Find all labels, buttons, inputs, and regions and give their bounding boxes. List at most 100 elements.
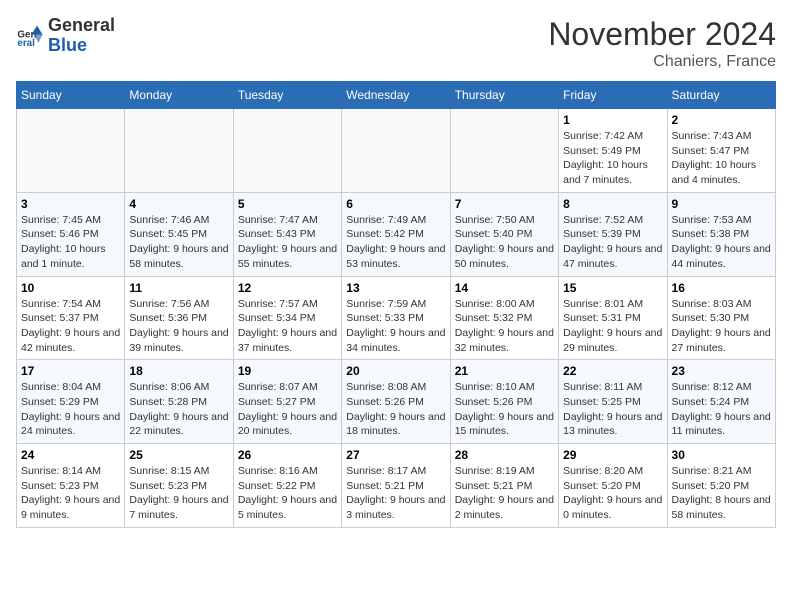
calendar-cell: 29 Sunrise: 8:20 AMSunset: 5:20 PMDayligh…: [559, 444, 667, 528]
calendar-cell: 3 Sunrise: 7:45 AMSunset: 5:46 PMDaylight…: [17, 192, 125, 276]
day-number: 12: [238, 281, 337, 295]
calendar-cell: 28Sunrise: 8:19 AMSunset: 5:21 PMDayligh…: [450, 444, 558, 528]
calendar-cell: 5Sunrise: 7:47 AMSunset: 5:43 PMDaylight…: [233, 192, 341, 276]
day-number: 29: [563, 448, 662, 462]
calendar-cell: 27 Sunrise: 8:17 AMSunset: 5:21 PMDayligh…: [342, 444, 450, 528]
day-header-sunday: Sunday: [17, 82, 125, 109]
calendar-cell: 7 Sunrise: 7:50 AMSunset: 5:40 PMDaylight…: [450, 192, 558, 276]
calendar-cell: 4Sunrise: 7:46 AMSunset: 5:45 PMDaylight…: [125, 192, 233, 276]
calendar-cell: [17, 109, 125, 193]
logo: Gen eral General Blue: [16, 16, 115, 56]
day-number: 16: [672, 281, 771, 295]
day-info: Sunrise: 8:20 AMSunset: 5:20 PMDaylight:…: [563, 464, 662, 523]
calendar-cell: 18 Sunrise: 8:06 AMSunset: 5:28 PMDayligh…: [125, 360, 233, 444]
day-number: 15: [563, 281, 662, 295]
day-number: 18: [129, 364, 228, 378]
day-info: Sunrise: 8:08 AMSunset: 5:26 PMDaylight:…: [346, 380, 445, 439]
day-number: 7: [455, 197, 554, 211]
day-info: Sunrise: 8:21 AMSunset: 5:20 PMDaylight:…: [672, 464, 771, 523]
day-info: Sunrise: 8:17 AMSunset: 5:21 PMDaylight:…: [346, 464, 445, 523]
logo-icon: Gen eral: [16, 22, 44, 50]
month-title: November 2024: [548, 16, 776, 53]
day-info: Sunrise: 7:50 AMSunset: 5:40 PMDaylight:…: [455, 213, 554, 272]
day-number: 30: [672, 448, 771, 462]
day-info: Sunrise: 7:53 AMSunset: 5:38 PMDaylight:…: [672, 213, 771, 272]
day-info: Sunrise: 7:54 AMSunset: 5:37 PMDaylight:…: [21, 297, 120, 356]
calendar-cell: [450, 109, 558, 193]
calendar-week-row: 24 Sunrise: 8:14 AMSunset: 5:23 PMDayligh…: [17, 444, 776, 528]
day-info: Sunrise: 7:56 AMSunset: 5:36 PMDaylight:…: [129, 297, 228, 356]
calendar-cell: 25 Sunrise: 8:15 AMSunset: 5:23 PMDayligh…: [125, 444, 233, 528]
day-number: 10: [21, 281, 120, 295]
day-number: 25: [129, 448, 228, 462]
day-header-saturday: Saturday: [667, 82, 775, 109]
day-number: 23: [672, 364, 771, 378]
day-number: 27: [346, 448, 445, 462]
day-info: Sunrise: 8:01 AMSunset: 5:31 PMDaylight:…: [563, 297, 662, 356]
calendar-cell: 23 Sunrise: 8:12 AMSunset: 5:24 PMDayligh…: [667, 360, 775, 444]
day-info: Sunrise: 8:15 AMSunset: 5:23 PMDaylight:…: [129, 464, 228, 523]
location: Chaniers, France: [548, 53, 776, 71]
day-number: 26: [238, 448, 337, 462]
calendar-cell: 19 Sunrise: 8:07 AMSunset: 5:27 PMDayligh…: [233, 360, 341, 444]
day-number: 19: [238, 364, 337, 378]
calendar-week-row: 3 Sunrise: 7:45 AMSunset: 5:46 PMDaylight…: [17, 192, 776, 276]
calendar-cell: 26 Sunrise: 8:16 AMSunset: 5:22 PMDayligh…: [233, 444, 341, 528]
day-info: Sunrise: 7:43 AMSunset: 5:47 PMDaylight:…: [672, 129, 771, 188]
page-header: Gen eral General Blue November 2024 Chan…: [16, 16, 776, 71]
day-info: Sunrise: 8:16 AMSunset: 5:22 PMDaylight:…: [238, 464, 337, 523]
day-header-wednesday: Wednesday: [342, 82, 450, 109]
calendar-cell: 15 Sunrise: 8:01 AMSunset: 5:31 PMDayligh…: [559, 276, 667, 360]
day-number: 9: [672, 197, 771, 211]
calendar-week-row: 1 Sunrise: 7:42 AMSunset: 5:49 PMDaylight…: [17, 109, 776, 193]
day-number: 22: [563, 364, 662, 378]
day-number: 28: [455, 448, 554, 462]
day-number: 8: [563, 197, 662, 211]
calendar-cell: 8 Sunrise: 7:52 AMSunset: 5:39 PMDaylight…: [559, 192, 667, 276]
day-info: Sunrise: 8:04 AMSunset: 5:29 PMDaylight:…: [21, 380, 120, 439]
calendar-cell: 1 Sunrise: 7:42 AMSunset: 5:49 PMDaylight…: [559, 109, 667, 193]
day-number: 3: [21, 197, 120, 211]
calendar-cell: 6Sunrise: 7:49 AMSunset: 5:42 PMDaylight…: [342, 192, 450, 276]
day-number: 14: [455, 281, 554, 295]
day-number: 11: [129, 281, 228, 295]
day-number: 24: [21, 448, 120, 462]
calendar-cell: 16Sunrise: 8:03 AMSunset: 5:30 PMDayligh…: [667, 276, 775, 360]
title-area: November 2024 Chaniers, France: [548, 16, 776, 71]
day-info: Sunrise: 8:10 AMSunset: 5:26 PMDaylight:…: [455, 380, 554, 439]
calendar-cell: 24 Sunrise: 8:14 AMSunset: 5:23 PMDayligh…: [17, 444, 125, 528]
calendar-cell: [125, 109, 233, 193]
svg-text:eral: eral: [17, 38, 35, 49]
calendar-cell: 22 Sunrise: 8:11 AMSunset: 5:25 PMDayligh…: [559, 360, 667, 444]
day-info: Sunrise: 8:00 AMSunset: 5:32 PMDaylight:…: [455, 297, 554, 356]
calendar-cell: 13Sunrise: 7:59 AMSunset: 5:33 PMDayligh…: [342, 276, 450, 360]
day-info: Sunrise: 7:42 AMSunset: 5:49 PMDaylight:…: [563, 129, 662, 188]
day-number: 1: [563, 113, 662, 127]
day-info: Sunrise: 7:45 AMSunset: 5:46 PMDaylight:…: [21, 213, 120, 272]
logo-text: General Blue: [48, 16, 115, 56]
day-info: Sunrise: 8:07 AMSunset: 5:27 PMDaylight:…: [238, 380, 337, 439]
day-info: Sunrise: 8:12 AMSunset: 5:24 PMDaylight:…: [672, 380, 771, 439]
day-info: Sunrise: 8:06 AMSunset: 5:28 PMDaylight:…: [129, 380, 228, 439]
day-number: 13: [346, 281, 445, 295]
calendar-cell: 2Sunrise: 7:43 AMSunset: 5:47 PMDaylight…: [667, 109, 775, 193]
day-header-tuesday: Tuesday: [233, 82, 341, 109]
day-number: 17: [21, 364, 120, 378]
calendar-cell: 21 Sunrise: 8:10 AMSunset: 5:26 PMDayligh…: [450, 360, 558, 444]
calendar-cell: [342, 109, 450, 193]
calendar-cell: 11 Sunrise: 7:56 AMSunset: 5:36 PMDayligh…: [125, 276, 233, 360]
day-header-monday: Monday: [125, 82, 233, 109]
day-number: 21: [455, 364, 554, 378]
calendar-cell: 10 Sunrise: 7:54 AMSunset: 5:37 PMDayligh…: [17, 276, 125, 360]
calendar-cell: 14 Sunrise: 8:00 AMSunset: 5:32 PMDayligh…: [450, 276, 558, 360]
day-info: Sunrise: 7:52 AMSunset: 5:39 PMDaylight:…: [563, 213, 662, 272]
day-info: Sunrise: 8:11 AMSunset: 5:25 PMDaylight:…: [563, 380, 662, 439]
day-info: Sunrise: 8:14 AMSunset: 5:23 PMDaylight:…: [21, 464, 120, 523]
calendar-cell: 9 Sunrise: 7:53 AMSunset: 5:38 PMDaylight…: [667, 192, 775, 276]
day-number: 20: [346, 364, 445, 378]
day-number: 4: [129, 197, 228, 211]
calendar-cell: [233, 109, 341, 193]
calendar-cell: 17 Sunrise: 8:04 AMSunset: 5:29 PMDayligh…: [17, 360, 125, 444]
calendar-header-row: SundayMondayTuesdayWednesdayThursdayFrid…: [17, 82, 776, 109]
calendar-table: SundayMondayTuesdayWednesdayThursdayFrid…: [16, 81, 776, 528]
